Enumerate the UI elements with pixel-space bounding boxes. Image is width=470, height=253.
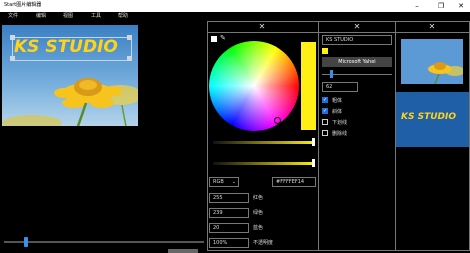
divider	[319, 32, 395, 33]
menu-tools[interactable]: 工具	[91, 12, 101, 19]
red-label: 红色	[253, 195, 264, 201]
close-icon[interactable]: ✕	[351, 22, 363, 32]
minimize-icon[interactable]: –	[406, 0, 428, 12]
text-panel: ✕ KS STUDIO Microsoft Yahei 62 ✓ 粗体 ✓ 斜体…	[318, 21, 396, 251]
preview-text: KS STUDIO	[401, 112, 456, 122]
zoom-slider-thumb[interactable]	[24, 237, 28, 247]
window-title: Start图片编辑器	[4, 2, 42, 8]
resize-handle[interactable]	[127, 56, 132, 61]
menu-edit[interactable]: 编辑	[36, 12, 46, 19]
strikethrough-checkbox[interactable]	[322, 130, 328, 136]
italic-checkbox[interactable]: ✓	[322, 108, 328, 114]
green-label: 绿色	[253, 210, 264, 216]
preview-panel: ✕ KS STUDIO	[395, 21, 470, 251]
underline-label: 下划线	[332, 120, 348, 126]
thumbnail-image	[401, 39, 463, 84]
red-input[interactable]: 255	[209, 193, 249, 203]
title-bar: Start图片编辑器 – ❐ ✕	[0, 0, 470, 12]
hue-slider-thumb[interactable]	[312, 138, 315, 146]
color-wheel[interactable]	[209, 41, 299, 131]
font-size-input[interactable]: 62	[322, 82, 358, 92]
chevron-down-icon: ⌄	[231, 179, 236, 185]
font-button[interactable]: Microsoft Yahei	[322, 57, 392, 67]
divider	[396, 32, 469, 33]
hex-input[interactable]: #FFFFEF14	[272, 177, 316, 187]
maximize-icon[interactable]: ❐	[430, 0, 452, 12]
opacity-input[interactable]: 100%	[209, 238, 249, 248]
blue-label: 蓝色	[253, 225, 264, 231]
green-input[interactable]: 239	[209, 208, 249, 218]
hue-slider[interactable]	[213, 141, 315, 144]
zoom-slider-track[interactable]	[4, 241, 204, 243]
bold-checkbox[interactable]: ✓	[322, 97, 328, 103]
canvas-overlay-text: KS STUDIO	[14, 37, 118, 57]
opacity-slider-thumb[interactable]	[312, 159, 315, 167]
selected-color-bar	[301, 42, 316, 130]
close-icon[interactable]: ✕	[450, 0, 470, 12]
color-mode-select[interactable]: RGB ⌄	[209, 177, 239, 187]
close-icon[interactable]: ✕	[256, 22, 268, 32]
eyedropper-icon[interactable]: ✎	[220, 34, 226, 42]
color-mode-value: RGB	[213, 179, 224, 185]
color-panel: ✕ ✎ RGB ⌄ #FFFFEF14 255 红色 239 绿色 20 蓝色 …	[207, 21, 319, 251]
divider	[208, 32, 318, 33]
opacity-slider[interactable]	[213, 162, 315, 165]
blue-input[interactable]: 20	[209, 223, 249, 233]
horizontal-scrollbar[interactable]	[168, 249, 198, 253]
canvas-image[interactable]: KS STUDIO	[2, 25, 138, 126]
text-color-swatch[interactable]	[322, 48, 328, 54]
underline-checkbox[interactable]	[322, 119, 328, 125]
color-picker-cursor[interactable]	[274, 117, 281, 124]
menu-help[interactable]: 帮助	[118, 12, 128, 19]
font-size-slider-thumb[interactable]	[330, 70, 334, 78]
italic-label: 斜体	[332, 109, 343, 115]
menu-view[interactable]: 视图	[63, 12, 73, 19]
strikethrough-label: 删除线	[332, 131, 348, 137]
opacity-label: 不透明度	[253, 240, 274, 246]
text-input[interactable]: KS STUDIO	[322, 35, 392, 45]
menu-file[interactable]: 文件	[8, 12, 18, 19]
resize-handle[interactable]	[127, 35, 132, 40]
menu-bar: 文件 编辑 视图 工具 帮助	[0, 12, 208, 22]
close-icon[interactable]: ✕	[426, 22, 438, 32]
text-preview: KS STUDIO	[396, 92, 469, 147]
bold-label: 粗体	[332, 98, 343, 104]
white-swatch[interactable]	[211, 36, 217, 42]
